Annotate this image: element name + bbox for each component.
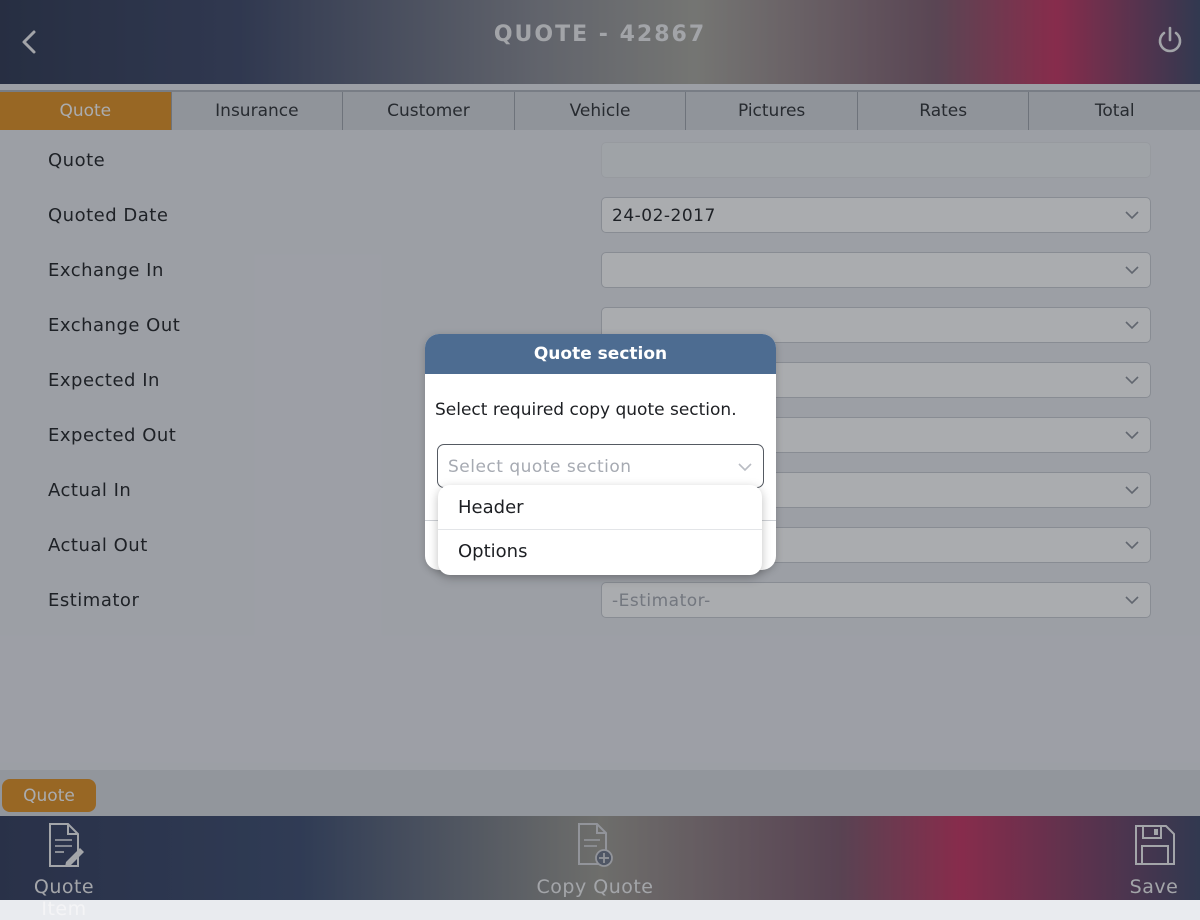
chevron-down-icon xyxy=(738,463,752,472)
quote-section-options: Header Options xyxy=(438,485,762,575)
dialog-message: Select required copy quote section. xyxy=(435,400,737,420)
option-options[interactable]: Options xyxy=(438,529,762,573)
select-placeholder: Select quote section xyxy=(448,457,632,477)
option-header[interactable]: Header xyxy=(438,485,762,529)
quote-section-select[interactable]: Select quote section xyxy=(437,444,764,488)
dialog-title: Quote section xyxy=(425,334,776,374)
